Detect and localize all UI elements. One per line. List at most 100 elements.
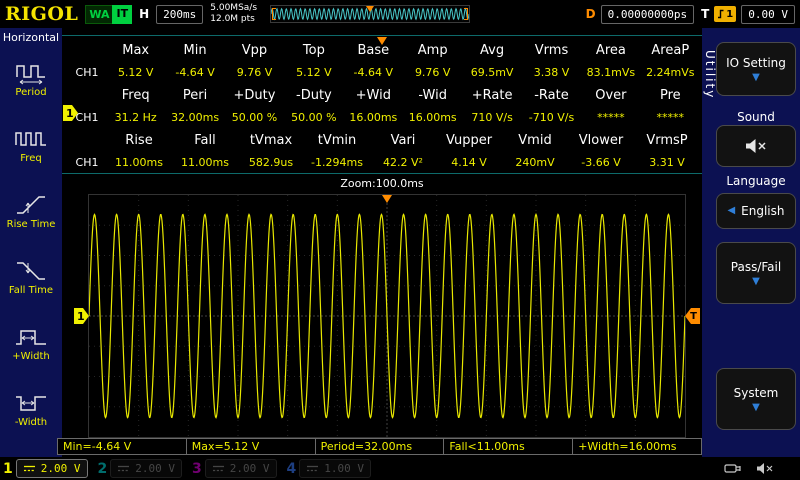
system-label: System [733, 385, 779, 400]
measure-header-row: Rise Fall tVmax tVmin Vari Vupper Vmid Vlower Vr… [68, 129, 700, 151]
measure-header-cell: tVmax [249, 132, 293, 148]
measure-header-cell: Area [595, 42, 626, 58]
measurement-readout: Period=32.00ms [314, 438, 445, 455]
measure-panel: Max Min Vpp Top Base Amp Avg Vrms Area AreaP CH1 5.… [62, 35, 702, 174]
run-status-badge: WA IT [85, 4, 133, 24]
trigger-position-marker-main[interactable] [377, 37, 387, 45]
channel-cell: CH1 [75, 65, 99, 79]
rise-time-icon [17, 196, 45, 214]
channel-3-button[interactable]: 3 2.00 V [192, 459, 277, 479]
measure-header-cell: Vari [390, 132, 416, 148]
measure-header-cell: Over [595, 87, 627, 103]
measure-table: Max Min Vpp Top Base Amp Avg Vrms Area AreaP CH1 5.… [68, 39, 700, 173]
channel-settings-box: 1.00 V [299, 459, 371, 478]
pass-fail-button[interactable]: Pass/Fail ▼ [716, 242, 796, 304]
chevron-down-icon: ▼ [752, 71, 760, 83]
trigger-group: T 1 0.00 V [701, 4, 795, 24]
menu-item-period[interactable]: Period [0, 46, 62, 112]
language-button[interactable]: ◀ English [716, 193, 796, 229]
measure-header-cell: Vupper [445, 132, 493, 148]
channel-scale: 2.00 V [40, 462, 81, 475]
measure-header-cell: VrmsP [646, 132, 688, 148]
menu-item-rise-time[interactable]: Rise Time [0, 178, 62, 244]
measure-header-cell: Amp [417, 42, 448, 58]
delay-value[interactable]: 0.00000000ps [600, 4, 695, 24]
system-button[interactable]: System ▼ [716, 368, 796, 430]
measurement-readout: Max=5.12 V [185, 438, 316, 455]
measure-header-cell: +Rate [471, 87, 513, 103]
pass-fail-label: Pass/Fail [730, 259, 782, 274]
trigger-position-marker-zoom[interactable] [382, 195, 392, 203]
menu-item-freq[interactable]: Freq [0, 112, 62, 178]
menu-item-plus-width[interactable]: +Width [0, 310, 62, 376]
channel-scale: 2.00 V [229, 462, 270, 475]
trigger-label: T [701, 7, 710, 21]
measure-header-cell: Min [183, 42, 207, 58]
measure-value-cell: 83.1mVs [586, 65, 636, 79]
measurement-readout: +Width=16.00ms [572, 438, 702, 455]
plus-width-icon [16, 330, 46, 345]
chevron-down-icon: ▼ [752, 275, 760, 287]
measure-header-cell: AreaP [651, 42, 690, 58]
chevron-left-icon: ◀ [727, 205, 736, 216]
measure-header-row: Freq Peri +Duty -Duty +Wid -Wid +Rate -Rate Over… [68, 84, 700, 106]
measure-value-cell: 4.14 V [451, 155, 487, 169]
measure-header-cell: +Duty [233, 87, 276, 103]
zoom-region-left-bracket [272, 8, 277, 20]
channel-4-button[interactable]: 4 1.00 V [287, 459, 371, 479]
sound-button[interactable] [716, 125, 796, 167]
dc-coupling-icon [212, 465, 224, 472]
measure-value-cell: 5.12 V [117, 65, 154, 79]
measure-header-cell: Max [122, 42, 150, 58]
trigger-source-badge[interactable]: 1 [714, 6, 737, 22]
channel-settings-box: 2.00 V [204, 459, 277, 478]
measure-value-cell: -710 V/s [528, 110, 575, 124]
measure-value-cell: 582.9us [248, 155, 294, 169]
measure-value-row: CH1 11.00ms 11.00ms 582.9us -1.294ms 42.2 V² 4… [68, 151, 700, 173]
channel-1-button[interactable]: 1 2.00 V [3, 459, 88, 479]
measure-header-cell: Base [357, 42, 390, 58]
menu-item-fall-time[interactable]: Fall Time [0, 244, 62, 310]
measure-header-cell: -Duty [296, 87, 332, 103]
timebase-value[interactable]: 200ms [156, 4, 204, 24]
measure-header-cell: Vmid [518, 132, 552, 148]
measure-value-cell: 11.00ms [115, 155, 163, 169]
channel-settings-box: 2.00 V [110, 459, 182, 478]
measure-value-row: CH1 31.2 Hz 32.00ms 50.00 % 50.00 % 16.00ms 16… [68, 106, 700, 128]
measure-header-cell: Vlower [578, 132, 624, 148]
measure-value-cell: 5.12 V [296, 65, 332, 79]
channel-2-button[interactable]: 2 2.00 V [98, 459, 182, 479]
measure-header-cell: Vpp [241, 42, 268, 58]
left-menu-title: Horizontal [2, 31, 60, 44]
io-setting-label: IO Setting [726, 55, 786, 70]
measure-value-cell: 9.76 V [414, 65, 451, 79]
menu-item-label: Freq [20, 152, 42, 164]
minus-width-icon [16, 396, 46, 411]
io-setting-button[interactable]: IO Setting ▼ [716, 42, 796, 96]
trigger-level-value[interactable]: 0.00 V [741, 4, 795, 24]
measure-header-cell: tVmin [317, 132, 357, 148]
measure-value-cell: 9.76 V [236, 65, 273, 79]
measure-value-cell: ***** [656, 110, 685, 124]
chevron-down-icon: ▼ [752, 401, 760, 413]
menu-item-minus-width[interactable]: -Width [0, 376, 62, 442]
status-text-left: WA [85, 4, 113, 24]
measure-header-cell: -Rate [534, 87, 569, 103]
memory-depth: 12.0M pts [210, 14, 255, 24]
waveform-preview[interactable] [270, 5, 471, 23]
rising-edge-icon [718, 9, 724, 19]
measure-header-cell: Top [302, 42, 325, 58]
menu-tab-utility: Utility [703, 50, 717, 100]
measure-header-cell: Freq [121, 87, 150, 103]
menu-item-label: +Width [12, 350, 50, 362]
measure-value-cell: 16.00ms [349, 110, 398, 124]
menu-item-label: Rise Time [6, 218, 56, 230]
delay-label: D [585, 7, 596, 21]
zoom-window [88, 194, 686, 438]
channel-scale: 2.00 V [135, 462, 175, 475]
measure-value-cell: 50.00 % [291, 110, 337, 124]
measure-value-cell: -3.66 V [581, 155, 621, 169]
measure-header-cell: Rise [125, 132, 153, 148]
measure-value-cell: 11.00ms [181, 155, 229, 169]
channel-cell: CH1 [75, 155, 99, 169]
